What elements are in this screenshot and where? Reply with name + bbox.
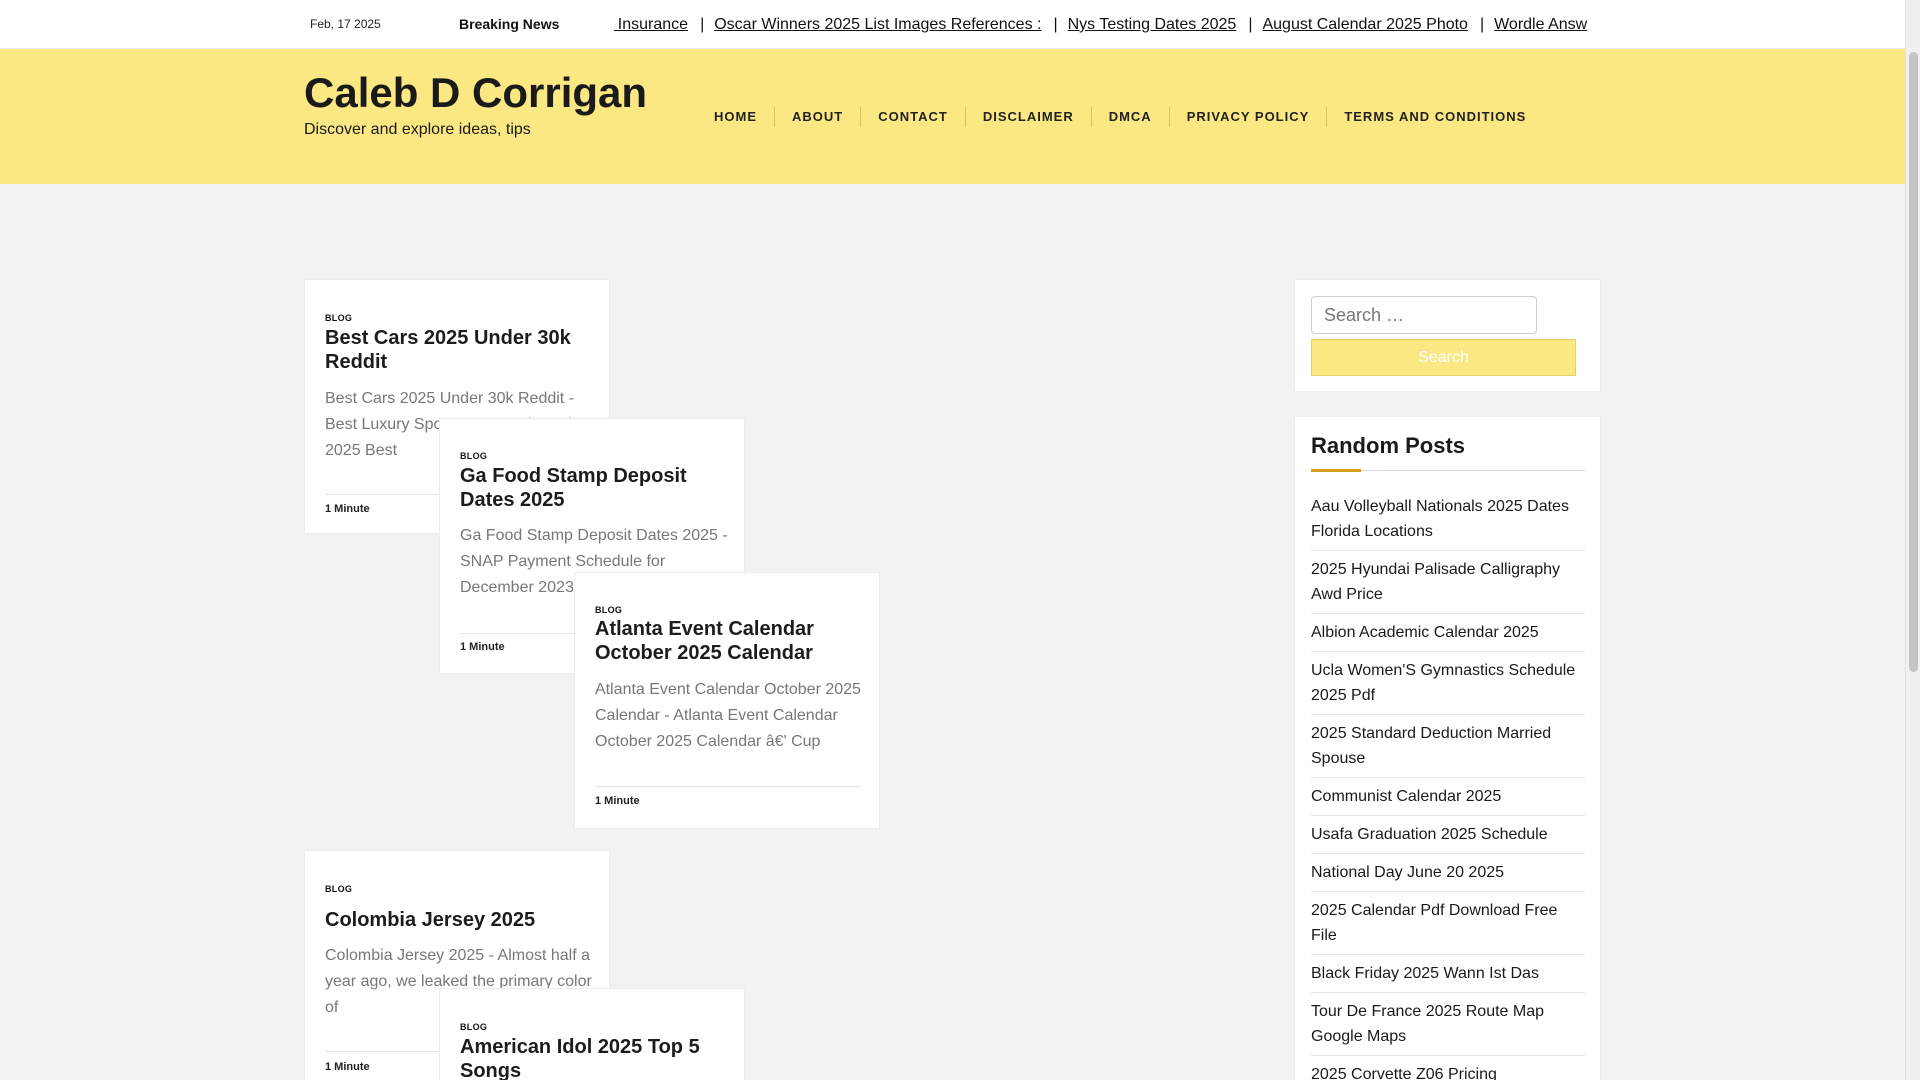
random-posts-list: Aau Volleyball Nationals 2025 Dates Flor…: [1311, 488, 1585, 1080]
ticker-link[interactable]: Wordle Answ: [1494, 16, 1587, 34]
post-category[interactable]: BLOG: [595, 605, 622, 615]
ticker-link[interactable]: Oscar Winners 2025 List Images Reference…: [714, 16, 1041, 34]
nav-dmca[interactable]: DMCA: [1092, 107, 1170, 127]
site-title[interactable]: Caleb D Corrigan: [304, 69, 647, 117]
list-item: National Day June 20 2025: [1311, 854, 1585, 892]
list-item: 2025 Calendar Pdf Download Free File: [1311, 892, 1585, 955]
ticker-separator: |: [1479, 16, 1485, 33]
list-item: Black Friday 2025 Wann Ist Das: [1311, 955, 1585, 993]
nav-disclaimer[interactable]: DISCLAIMER: [966, 107, 1092, 127]
list-item: Aau Volleyball Nationals 2025 Dates Flor…: [1311, 488, 1585, 551]
post-card: BLOG American Idol 2025 Top 5 Songs: [439, 988, 745, 1080]
site-tagline: Discover and explore ideas, tips: [304, 121, 531, 138]
breaking-news-label: Breaking News: [459, 16, 560, 32]
title-accent-bar: [1311, 469, 1361, 472]
ticker-separator: |: [1248, 16, 1253, 33]
site-header: Caleb D Corrigan Discover and explore id…: [0, 49, 1905, 184]
ticker-link[interactable]: Nys Testing Dates 2025: [1068, 16, 1237, 34]
nav-home[interactable]: HOME: [697, 107, 775, 127]
ticker-link[interactable]: tes Insurance: [614, 16, 688, 34]
search-input[interactable]: [1311, 296, 1537, 334]
post-category[interactable]: BLOG: [460, 1022, 487, 1032]
post-title[interactable]: Ga Food Stamp Deposit Dates 2025: [460, 464, 730, 512]
nav-privacy-policy[interactable]: PRIVACY POLICY: [1170, 107, 1328, 127]
search-widget: Search: [1294, 279, 1601, 392]
list-item: Albion Academic Calendar 2025: [1311, 614, 1585, 652]
list-item: Usafa Graduation 2025 Schedule: [1311, 816, 1585, 854]
card-divider: [595, 786, 861, 787]
post-title[interactable]: Atlanta Event Calendar October 2025 Cale…: [595, 617, 865, 665]
current-date: Feb, 17 2025: [310, 17, 381, 31]
post-read-time: 1 Minute: [460, 641, 505, 653]
post-category[interactable]: BLOG: [325, 884, 352, 894]
primary-nav: HOME ABOUT CONTACT DISCLAIMER DMCA PRIVA…: [697, 107, 1543, 127]
list-item: 2025 Standard Deduction Married Spouse: [1311, 715, 1585, 778]
nav-about[interactable]: ABOUT: [775, 107, 862, 127]
random-post-link[interactable]: National Day June 20 2025: [1311, 864, 1504, 881]
random-post-link[interactable]: 2025 Hyundai Palisade Calligraphy Awd Pr…: [1311, 561, 1560, 603]
list-item: 2025 Hyundai Palisade Calligraphy Awd Pr…: [1311, 551, 1585, 614]
list-item: Tour De France 2025 Route Map Google Map…: [1311, 993, 1585, 1056]
random-post-link[interactable]: Usafa Graduation 2025 Schedule: [1311, 826, 1548, 843]
nav-contact[interactable]: CONTACT: [861, 107, 966, 127]
ticker-separator: |: [1053, 16, 1058, 33]
list-item: Communist Calendar 2025: [1311, 778, 1585, 816]
search-button[interactable]: Search: [1311, 339, 1576, 376]
list-item: Ucla Women'S Gymnastics Schedule 2025 Pd…: [1311, 652, 1585, 715]
scrollbar-thumb[interactable]: [1909, 52, 1918, 672]
post-category[interactable]: BLOG: [460, 451, 487, 461]
post-read-time: 1 Minute: [595, 795, 640, 807]
top-bar: Feb, 17 2025 Breaking News tes Insurance…: [0, 0, 1905, 49]
post-card: BLOG Atlanta Event Calendar October 2025…: [574, 572, 880, 829]
random-post-link[interactable]: Aau Volleyball Nationals 2025 Dates Flor…: [1311, 498, 1569, 540]
random-posts-title: Random Posts: [1311, 433, 1466, 458]
random-post-link[interactable]: Black Friday 2025 Wann Ist Das: [1311, 965, 1539, 982]
random-post-link[interactable]: Ucla Women'S Gymnastics Schedule 2025 Pd…: [1311, 662, 1575, 704]
ticker-separator: |: [700, 16, 705, 33]
random-post-link[interactable]: 2025 Corvette Z06 Pricing: [1311, 1066, 1497, 1080]
page-scrollbar[interactable]: [1905, 0, 1920, 1080]
post-excerpt: Atlanta Event Calendar October 2025 Cale…: [595, 681, 861, 750]
list-item: 2025 Corvette Z06 Pricing: [1311, 1056, 1585, 1080]
post-read-time: 1 Minute: [325, 1061, 370, 1073]
random-post-link[interactable]: Tour De France 2025 Route Map Google Map…: [1311, 1003, 1544, 1045]
random-post-link[interactable]: 2025 Calendar Pdf Download Free File: [1311, 902, 1557, 944]
post-title[interactable]: American Idol 2025 Top 5 Songs: [460, 1035, 730, 1080]
post-category[interactable]: BLOG: [325, 313, 352, 323]
post-title[interactable]: Colombia Jersey 2025: [325, 908, 595, 932]
nav-terms-and-conditions[interactable]: TERMS AND CONDITIONS: [1327, 107, 1543, 127]
random-post-link[interactable]: Albion Academic Calendar 2025: [1311, 624, 1539, 641]
ticker-link[interactable]: August Calendar 2025 Photo: [1262, 16, 1467, 34]
random-post-link[interactable]: Communist Calendar 2025: [1311, 788, 1501, 805]
random-post-link[interactable]: 2025 Standard Deduction Married Spouse: [1311, 725, 1551, 767]
breaking-news-ticker: tes Insurance | Oscar Winners 2025 List Im…: [614, 0, 1602, 49]
post-title[interactable]: Best Cars 2025 Under 30k Reddit: [325, 326, 595, 374]
ticker-track: tes Insurance | Oscar Winners 2025 List Im…: [614, 16, 1599, 34]
random-posts-widget: Random Posts Aau Volleyball Nationals 20…: [1294, 416, 1601, 1080]
post-read-time: 1 Minute: [325, 503, 370, 515]
